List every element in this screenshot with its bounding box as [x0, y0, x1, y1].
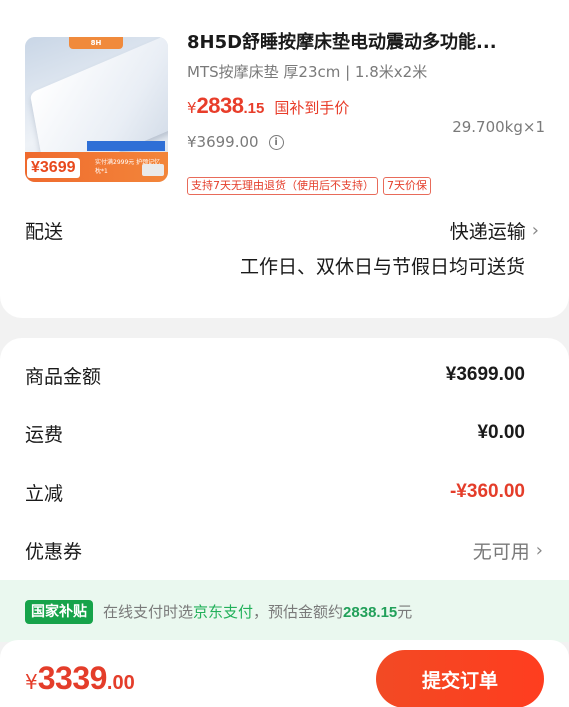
shipping-label: 运费: [25, 423, 64, 446]
shipping-value: ¥0.00: [477, 422, 525, 443]
goods-amount-label: 商品金额: [25, 365, 102, 388]
price-decimal: .15: [243, 100, 265, 117]
price-note: 国补到手价: [274, 99, 350, 117]
discount-label: 立减: [25, 482, 64, 505]
coupon-label: 优惠券: [25, 540, 83, 563]
delivery-method-selector[interactable]: 快递运输 ›: [450, 217, 539, 244]
coupon-value-wrap: 无可用 ›: [473, 537, 543, 564]
delivery-time: 工作日、双休日与节假日均可送货: [239, 256, 525, 278]
chevron-right-icon: ›: [531, 220, 539, 241]
subsidy-text: 在线支付时选京东支付，预估金额约2838.15元: [103, 600, 412, 625]
total-price: ¥3339.00: [25, 660, 135, 697]
price-summary-card: 商品金额 ¥3699.00 运费 ¥0.00 立减 -¥360.00 优惠券 无…: [0, 338, 569, 588]
order-item-card: 8H ¥3699 实付满2999元 护颈记忆枕*1 8H5D舒睡按摩床垫电动震动…: [0, 0, 569, 318]
shipping-row: 运费 ¥0.00: [25, 418, 525, 448]
delivery-method: 快递运输: [449, 221, 526, 243]
product-image-price: ¥3699: [27, 158, 80, 178]
goods-amount-value: ¥3699.00: [445, 364, 525, 385]
original-price-row: ¥3699.00 i: [187, 133, 284, 151]
subsidy-pay-method: 京东支付: [193, 603, 254, 621]
product-spec: MTS按摩床垫 厚23cm | 1.8米x2米: [187, 63, 428, 81]
submit-order-button[interactable]: 提交订单: [376, 650, 544, 707]
national-subsidy-bar: 国家补贴 在线支付时选京东支付，预估金额约2838.15元: [0, 580, 569, 642]
brand-logo: 8H: [69, 37, 123, 49]
checkout-footer: ¥3339.00 提交订单: [0, 640, 569, 707]
gift-pillow-icon: [142, 164, 164, 176]
discount-row: 立减 -¥360.00: [25, 477, 525, 507]
total-integer: 3339: [37, 660, 108, 696]
product-image[interactable]: 8H ¥3699 实付满2999元 护颈记忆枕*1: [25, 37, 168, 182]
info-icon[interactable]: i: [268, 134, 284, 150]
subsidy-text-after: 元: [397, 603, 413, 621]
price-protection-tag: 7天价保: [383, 177, 431, 195]
total-currency: ¥: [25, 670, 38, 694]
price-integer: 2838: [196, 93, 244, 118]
discount-value: -¥360.00: [449, 481, 525, 502]
delivery-label: 配送: [25, 221, 64, 243]
chevron-right-icon: ›: [535, 539, 543, 561]
product-image-banner: [87, 141, 165, 151]
return-policy-tag: 支持7天无理由退货（使用后不支持）: [187, 177, 378, 195]
service-tags: 支持7天无理由退货（使用后不支持） 7天价保: [187, 177, 431, 195]
subsidy-text-before: 在线支付时选: [103, 603, 194, 621]
product-title[interactable]: 8H5D舒睡按摩床垫电动震动多功能...: [187, 28, 557, 54]
weight-quantity: 29.700kg×1: [452, 118, 545, 136]
subsidy-text-middle: ，预估金额约: [253, 603, 344, 621]
coupon-row[interactable]: 优惠券 无可用 ›: [25, 535, 543, 565]
original-price: ¥3699.00: [187, 133, 259, 151]
subsidy-amount: 2838.15: [343, 604, 398, 621]
coupon-value: 无可用: [472, 540, 530, 563]
national-subsidy-badge: 国家补贴: [25, 600, 93, 624]
total-decimal: .00: [106, 672, 135, 694]
product-price: ¥2838.15 国补到手价: [187, 93, 349, 119]
goods-amount-row: 商品金额 ¥3699.00: [25, 360, 525, 390]
price-currency: ¥: [187, 99, 197, 117]
